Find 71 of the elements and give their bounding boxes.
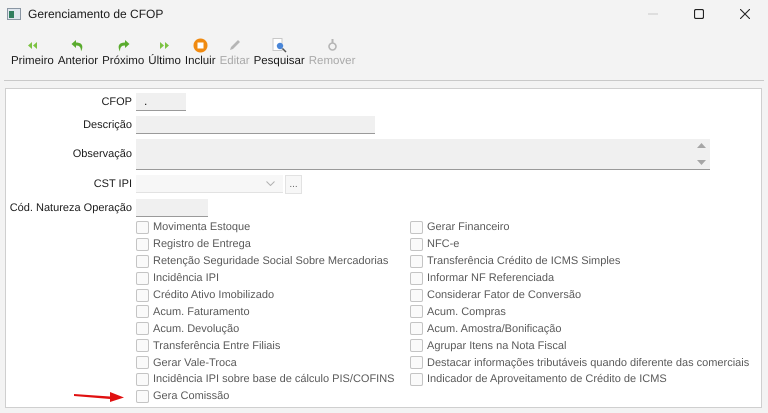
checkbox-label: Informar NF Referenciada [427,272,554,284]
checkbox[interactable] [136,339,149,352]
checkbox-label: Destacar informações tributáveis quando diferente das comerciais [427,356,750,369]
checkbox-label: Incidência IPI sobre base de cálculo PIS/COFINS [153,373,395,386]
remove-icon [326,39,338,51]
add-button[interactable]: Incluir [182,37,218,72]
checkbox[interactable] [410,220,423,234]
checkbox-label: Gera Comissão [153,390,230,402]
checkbox-label: Transferência Entre Filiais [153,340,280,352]
checkbox[interactable] [410,305,423,318]
checkbox-label: Acum. Faturamento [153,306,250,318]
field-label: Descrição [82,118,132,133]
checkbox-label: Transferência Crédito de ICMS Simples [427,255,620,268]
checkbox-label: Acum. Devolução [153,322,240,335]
app-icon [7,8,21,20]
pencil-icon [228,39,241,51]
checkbox[interactable] [136,272,149,285]
checkbox[interactable] [410,322,423,336]
field-label: CFOP [100,95,132,110]
checkbox-label: NFC-e [427,238,460,250]
browse-button[interactable]: ... [285,175,302,194]
checkbox[interactable] [410,372,423,386]
curved-arrow-left-icon [71,38,84,52]
search-icon [272,38,287,52]
previous-button[interactable]: Anterior [56,37,100,72]
text-area[interactable] [136,139,710,170]
field-label: Cód. Natureza Operação [8,201,132,216]
checkbox-label: Acum. Amostra/Bonificação [427,322,562,335]
dropdown-field[interactable] [136,175,283,193]
checkbox[interactable] [136,372,149,386]
checkbox[interactable] [136,305,149,318]
checkbox-label: Gerar Vale-Troca [153,356,237,369]
checkbox-label: Indicador de Aproveitamento de Crédito de ICMS [427,373,667,386]
field-label: CST IPI [92,177,132,192]
checkbox-label: Crédito Ativo Imobilizado [153,289,274,301]
checkbox-label: Registro de Entrega [153,238,251,250]
checkbox[interactable] [136,238,149,251]
checkbox[interactable] [136,220,149,234]
double-chevron-right-icon [160,42,170,48]
checkbox[interactable] [136,322,149,336]
last-button[interactable]: Último [146,37,183,72]
first-button[interactable]: Primeiro [9,37,56,72]
checkbox[interactable] [410,272,423,285]
checkbox[interactable] [410,356,423,370]
next-button[interactable]: Próximo [100,37,146,72]
input-field[interactable] [136,199,208,217]
chevron-down-icon [266,181,275,186]
checkbox[interactable] [410,238,423,251]
checkbox-label: Gerar Financeiro [427,221,510,234]
add-record-icon [192,38,208,52]
checkbox-label: Agrupar Itens na Nota Fiscal [427,340,566,352]
curved-arrow-right-icon [116,38,130,52]
field-label: Observação [72,147,132,162]
input-field[interactable] [136,116,375,134]
checkbox[interactable] [410,254,423,268]
search-button[interactable]: Pesquisar [252,37,307,72]
window-title: Gerenciamento de CFOP [28,7,164,21]
checkbox[interactable] [410,288,423,302]
checkbox-label: Retenção Seguridade Social Sobre Mercadorias [153,255,388,268]
checkbox-label: Acum. Compras [427,306,506,318]
checkbox[interactable] [136,390,149,403]
checkbox-label: Movimenta Estoque [153,221,250,234]
checkbox-label: Considerar Fator de Conversão [427,289,582,301]
scroll-arrows-icon [697,143,706,165]
input-field[interactable]: . [136,93,186,111]
checkbox[interactable] [136,254,149,268]
checkbox[interactable] [136,288,149,302]
double-chevron-left-icon [28,42,37,48]
checkbox[interactable] [410,339,423,352]
checkbox-label: Incidência IPI [153,272,220,284]
checkbox[interactable] [136,356,149,370]
